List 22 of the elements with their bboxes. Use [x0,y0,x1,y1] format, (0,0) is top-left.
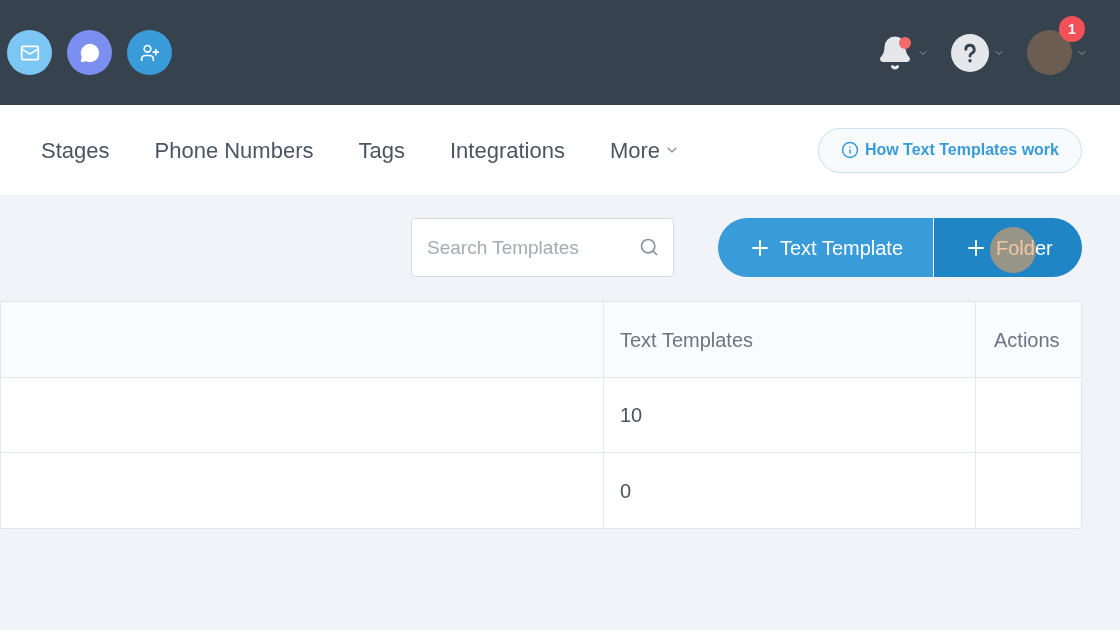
column-header: Actions [994,327,1060,353]
column-header: Text Templates [620,327,754,353]
person-add-icon [139,42,160,63]
app-button[interactable] [7,30,52,75]
nav-link[interactable]: Tags [358,133,405,167]
table-cell-text: 0 [620,478,632,504]
help-menu-button[interactable] [951,33,1005,72]
app-button[interactable] [67,30,112,75]
notifications-button[interactable] [877,34,929,71]
app-button[interactable] [127,30,172,75]
search-field[interactable]: Search Templates [411,218,674,277]
question-mark-icon [951,33,989,72]
nav-link[interactable]: Phone Numbers [154,133,314,167]
chat-bubble-icon [79,42,100,63]
bell-icon [877,34,913,71]
nav-link[interactable]: Integrations [449,133,565,167]
nav-link[interactable]: Stages [41,133,110,167]
table-cell-text: 10 [620,403,643,428]
notification-badge: 1 [1059,16,1085,42]
nav-menu[interactable]: More [609,133,681,167]
info-icon [840,141,859,159]
search-icon [639,237,659,257]
